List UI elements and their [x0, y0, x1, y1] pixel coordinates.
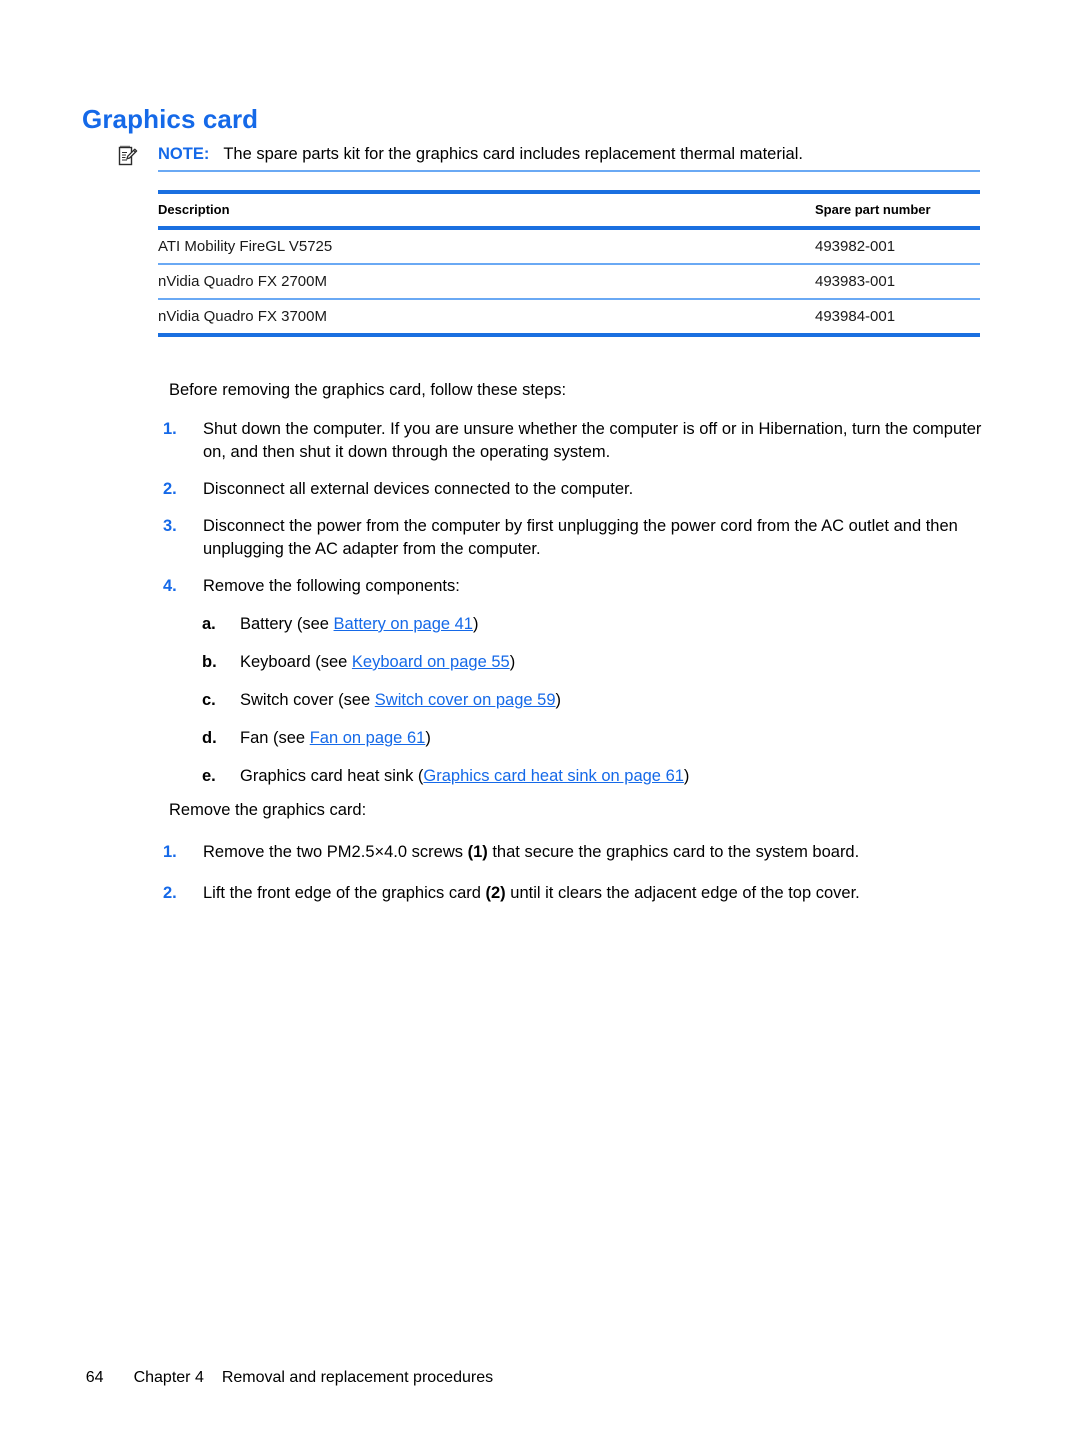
cell-spare-part-number: 493983-001 — [815, 264, 980, 300]
table-row: nVidia Quadro FX 3700M 493984-001 — [158, 299, 980, 337]
list-marker: 2. — [163, 884, 177, 902]
page-footer: 64 Chapter 4 Removal and replacement proce… — [68, 1348, 493, 1408]
list-item-text: Switch cover (see Switch cover on page 5… — [240, 689, 982, 712]
table-header-row: Description Spare part number — [158, 190, 980, 230]
step-text-post: until it clears the adjacent edge of the… — [505, 884, 860, 902]
cross-reference-link[interactable]: Switch cover on page 59 — [375, 691, 556, 709]
spare-parts-table: Description Spare part number ATI Mobili… — [158, 190, 980, 337]
list-marker: c. — [202, 691, 216, 709]
list-item-text: Keyboard (see Keyboard on page 55) — [240, 651, 982, 674]
cell-description: ATI Mobility FireGL V5725 — [158, 228, 815, 265]
cell-spare-part-number: 493982-001 — [815, 228, 980, 265]
note-body: NOTE: The spare parts kit for the graphic… — [158, 144, 980, 172]
cell-description: nVidia Quadro FX 3700M — [158, 299, 815, 337]
table-row: ATI Mobility FireGL V5725 493982-001 — [158, 228, 980, 265]
list-item: 1. Remove the two PM2.5×4.0 screws (1) t… — [163, 841, 983, 864]
component-prefix: Graphics card heat sink ( — [240, 767, 424, 785]
list-marker: 3. — [163, 517, 177, 535]
callout-reference: (2) — [485, 884, 506, 902]
cross-reference-link[interactable]: Fan on page 61 — [310, 729, 426, 747]
list-item: e. Graphics card heat sink (Graphics car… — [202, 765, 982, 788]
component-prefix: Keyboard (see — [240, 653, 352, 671]
list-item-text: Remove the two PM2.5×4.0 screws (1) that… — [203, 841, 983, 864]
list-item-text: Shut down the computer. If you are unsur… — [203, 420, 982, 461]
before-steps-list: 1. Shut down the computer. If you are un… — [163, 418, 983, 598]
list-item: c. Switch cover (see Switch cover on pag… — [202, 689, 982, 712]
list-marker: e. — [202, 767, 216, 785]
list-item: 1. Shut down the computer. If you are un… — [163, 418, 983, 464]
note-pencil-icon — [118, 145, 138, 167]
page-title: Graphics card — [82, 104, 259, 134]
component-suffix: ) — [509, 653, 516, 671]
note-text: The spare parts kit for the graphics car… — [223, 145, 803, 163]
list-item-text: Battery (see Battery on page 41) — [240, 613, 982, 636]
column-header-spare-part-number: Spare part number — [815, 190, 980, 230]
cross-reference-link[interactable]: Graphics card heat sink on page 61 — [423, 767, 684, 785]
column-header-description: Description — [158, 190, 815, 230]
list-item: d. Fan (see Fan on page 61) — [202, 727, 982, 750]
callout-reference: (1) — [467, 843, 488, 861]
component-prefix: Switch cover (see — [240, 691, 375, 709]
list-marker: 1. — [163, 420, 177, 438]
component-suffix: ) — [555, 691, 562, 709]
list-item-text: Disconnect all external devices connecte… — [203, 480, 634, 498]
list-item-text: Lift the front edge of the graphics card… — [203, 882, 983, 905]
component-prefix: Battery (see — [240, 615, 334, 633]
intro-remove-paragraph: Remove the graphics card: — [169, 801, 367, 819]
cross-reference-link[interactable]: Battery on page 41 — [334, 615, 473, 633]
list-marker: 2. — [163, 480, 177, 498]
list-marker: d. — [202, 729, 217, 747]
cross-reference-link[interactable]: Keyboard on page 55 — [352, 653, 510, 671]
component-prefix: Fan (see — [240, 729, 310, 747]
step-text-post: that secure the graphics card to the sys… — [487, 843, 860, 861]
list-item: 3. Disconnect the power from the compute… — [163, 515, 983, 561]
list-item-text: Graphics card heat sink (Graphics card h… — [240, 765, 982, 788]
list-item: b. Keyboard (see Keyboard on page 55) — [202, 651, 982, 674]
footer-title: Removal and replacement procedures — [221, 1369, 494, 1386]
components-sublist: a. Battery (see Battery on page 41) b. K… — [202, 613, 982, 788]
footer-chapter: Chapter 4 — [133, 1369, 204, 1386]
intro-before-paragraph: Before removing the graphics card, follo… — [169, 381, 567, 399]
cell-spare-part-number: 493984-001 — [815, 299, 980, 337]
list-marker: 4. — [163, 577, 177, 595]
table-body: ATI Mobility FireGL V5725 493982-001 nVi… — [158, 228, 980, 337]
remove-steps-list: 1. Remove the two PM2.5×4.0 screws (1) t… — [163, 841, 983, 905]
step-text-pre: Lift the front edge of the graphics card — [203, 884, 486, 902]
list-item: 2. Lift the front edge of the graphics c… — [163, 882, 983, 905]
list-item: a. Battery (see Battery on page 41) — [202, 613, 982, 636]
table-row: nVidia Quadro FX 2700M 493983-001 — [158, 264, 980, 300]
cell-description: nVidia Quadro FX 2700M — [158, 264, 815, 300]
footer-page-number: 64 — [85, 1369, 104, 1386]
list-marker: a. — [202, 615, 216, 633]
list-item: 4. Remove the following components: — [163, 575, 983, 598]
list-item: 2. Disconnect all external devices conne… — [163, 478, 983, 501]
list-item-text: Remove the following components: — [203, 577, 460, 595]
list-item-text: Disconnect the power from the computer b… — [203, 517, 958, 558]
document-page: Graphics card NOTE: The spare parts kit f… — [0, 0, 1080, 1437]
note-label: NOTE: — [158, 145, 210, 163]
component-suffix: ) — [425, 729, 431, 747]
step-text-pre: Remove the two PM2.5×4.0 screws — [203, 843, 468, 861]
list-marker: 1. — [163, 843, 177, 861]
list-item-text: Fan (see Fan on page 61) — [240, 727, 982, 750]
component-suffix: ) — [472, 615, 479, 633]
component-suffix: ) — [683, 767, 690, 785]
note-row: NOTE: The spare parts kit for the graphic… — [118, 144, 980, 172]
list-marker: b. — [202, 653, 217, 671]
note-callout: NOTE: The spare parts kit for the graphic… — [118, 144, 980, 172]
